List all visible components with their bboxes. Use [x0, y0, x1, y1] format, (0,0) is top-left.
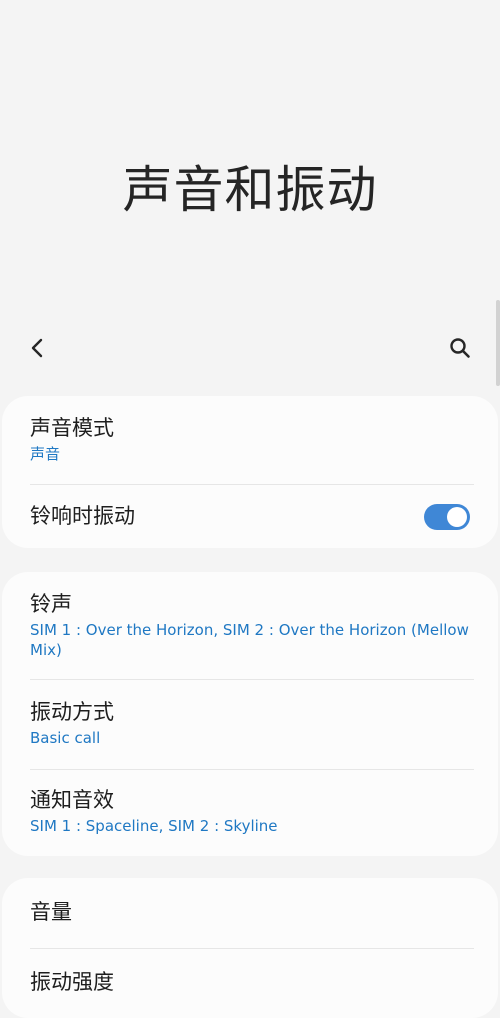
ringtone-title: 铃声	[30, 592, 72, 616]
notification-sound-row[interactable]: 通知音效 SIM 1 : Spaceline, SIM 2 : Skyline	[2, 786, 498, 836]
vibrate-on-ring-toggle[interactable]	[424, 504, 470, 530]
divider	[30, 769, 474, 770]
chevron-left-icon	[31, 338, 43, 358]
vibrate-on-ring-row[interactable]: 铃响时振动	[2, 502, 498, 530]
search-icon	[450, 338, 470, 358]
divider	[30, 484, 474, 485]
vibration-intensity-title: 振动强度	[30, 970, 114, 994]
scrollbar[interactable]	[496, 300, 500, 386]
page-title: 声音和振动	[122, 161, 378, 219]
divider	[30, 679, 474, 680]
ringtone-value: SIM 1 : Over the Horizon, SIM 2 : Over t…	[30, 621, 469, 659]
sound-mode-value: 声音	[30, 445, 61, 463]
vibration-pattern-title: 振动方式	[30, 700, 114, 724]
vibration-pattern-row[interactable]: 振动方式 Basic call	[2, 698, 498, 748]
divider	[30, 948, 474, 949]
notification-sound-value: SIM 1 : Spaceline, SIM 2 : Skyline	[30, 817, 278, 835]
volume-card: 音量 振动强度	[2, 878, 498, 1018]
toggle-knob	[447, 507, 467, 527]
sound-mode-card: 声音模式 声音 铃响时振动	[2, 396, 498, 548]
ringtone-row[interactable]: 铃声 SIM 1 : Over the Horizon, SIM 2 : Ove…	[2, 590, 498, 660]
sound-mode-row[interactable]: 声音模式 声音	[2, 414, 498, 464]
notification-sound-title: 通知音效	[30, 788, 114, 812]
volume-row[interactable]: 音量	[2, 898, 498, 926]
back-button[interactable]	[20, 330, 56, 366]
vibrate-on-ring-title: 铃响时振动	[30, 504, 135, 528]
volume-title: 音量	[30, 900, 72, 924]
search-button[interactable]	[442, 330, 478, 366]
sound-settings-card: 铃声 SIM 1 : Over the Horizon, SIM 2 : Ove…	[2, 572, 498, 856]
sound-mode-title: 声音模式	[30, 416, 114, 440]
vibration-pattern-value: Basic call	[30, 729, 101, 747]
vibration-intensity-row[interactable]: 振动强度	[2, 968, 498, 996]
